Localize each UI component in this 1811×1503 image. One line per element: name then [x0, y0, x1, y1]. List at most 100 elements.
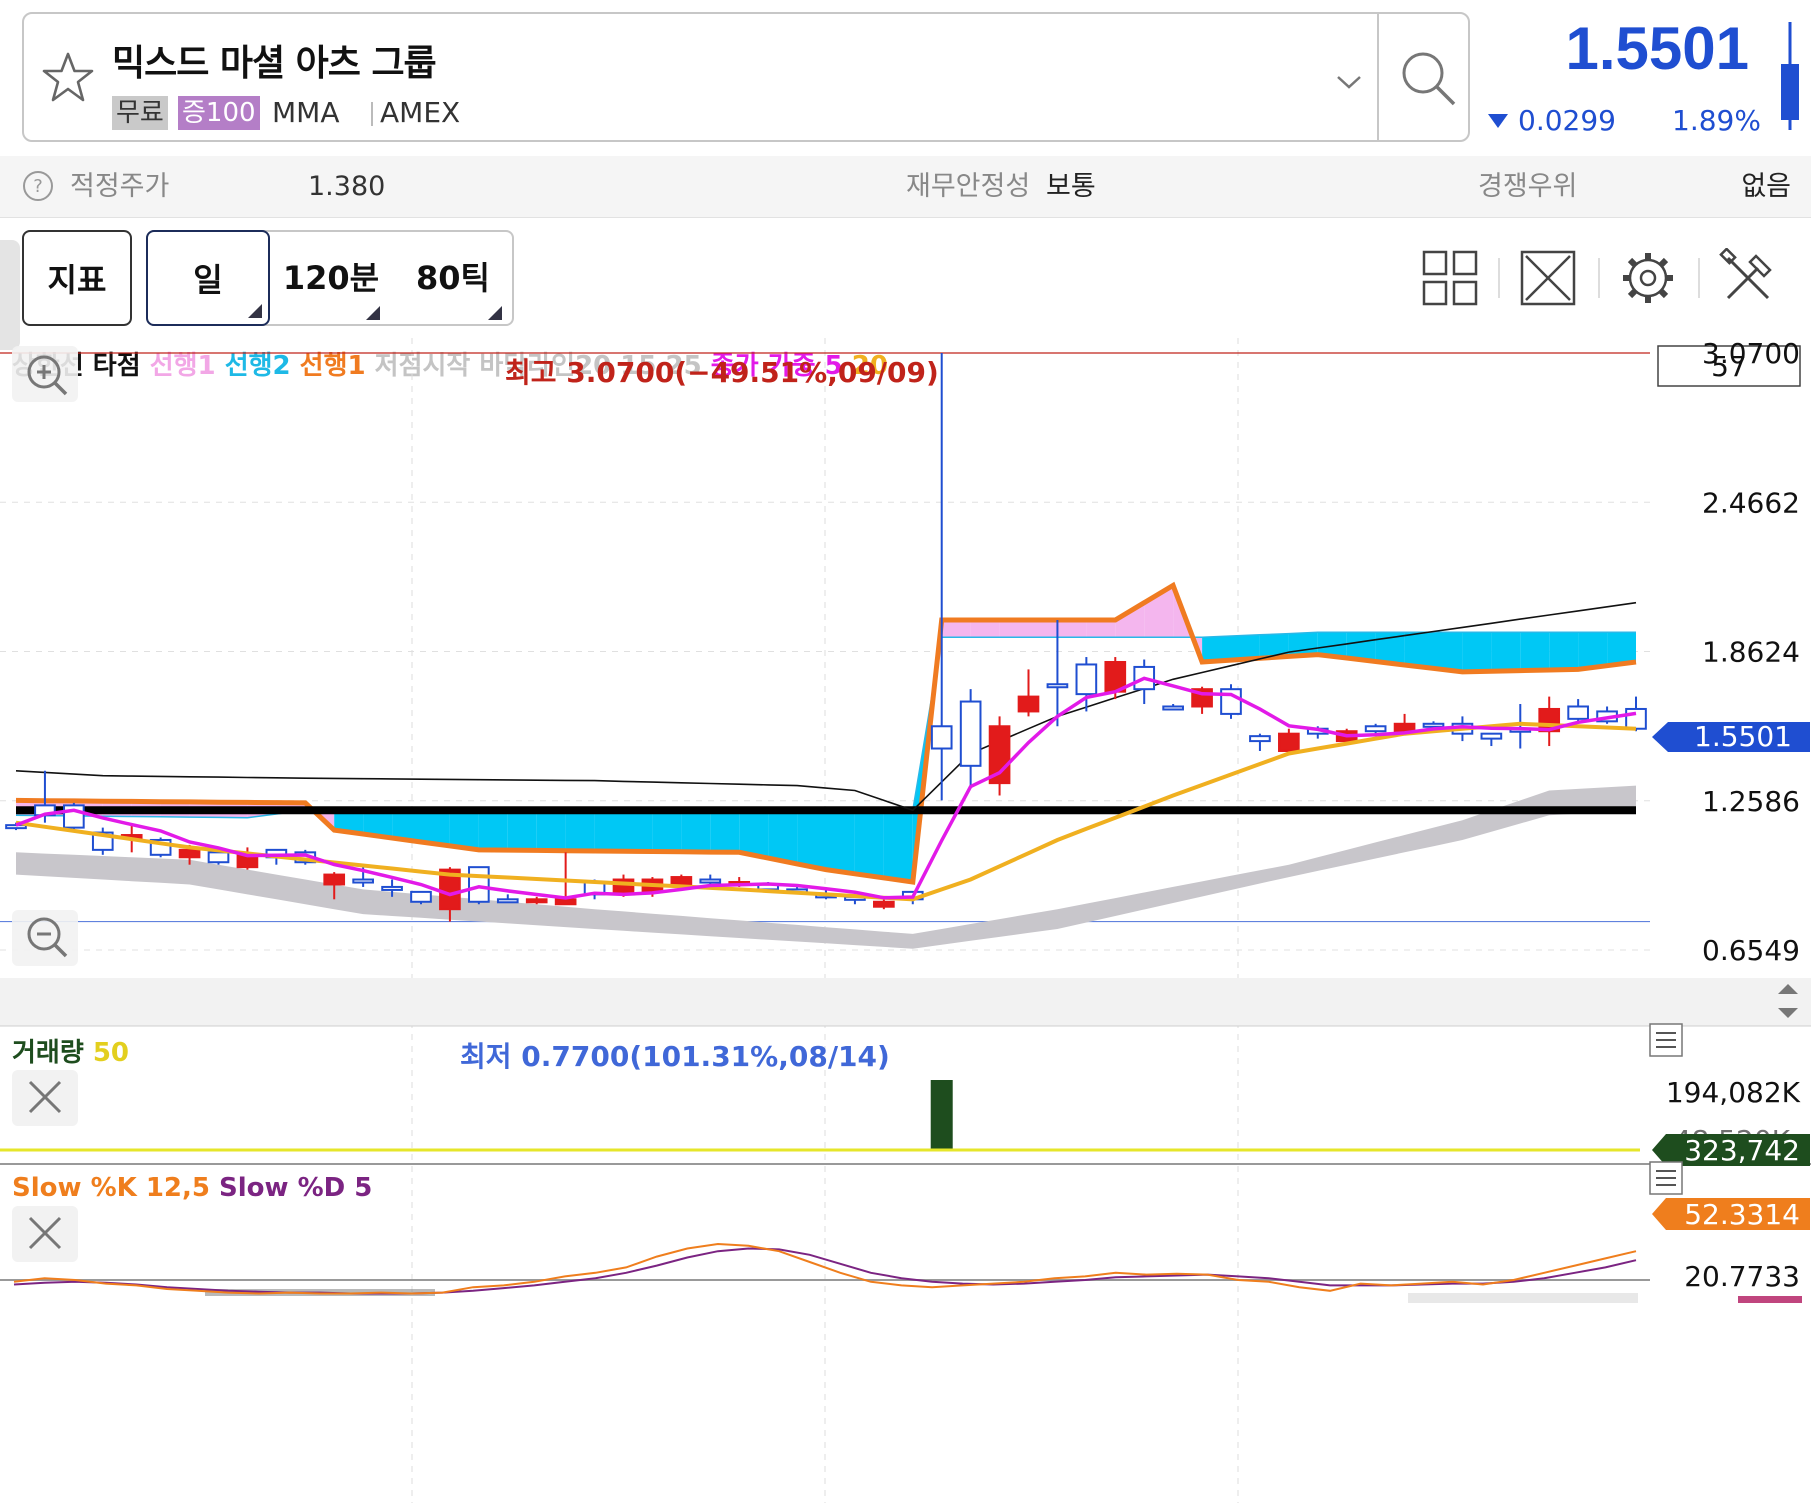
- cloud-segment: [623, 810, 653, 852]
- ticker-symbol: MMA: [272, 96, 340, 129]
- price-tick-label: 1.2586: [1702, 785, 1800, 818]
- chevron-down-icon[interactable]: [1334, 72, 1364, 92]
- zoom-out-icon[interactable]: [12, 910, 78, 966]
- candle-body: [930, 725, 953, 750]
- grid-icon[interactable]: [1420, 248, 1480, 308]
- cloud-segment: [536, 810, 566, 851]
- candle-body: [873, 900, 895, 908]
- competitive-advantage-label: 경쟁우위: [1478, 171, 1578, 202]
- candle-body: [468, 866, 490, 903]
- cloud-segment: [478, 810, 508, 851]
- price-tick-label: 1.8624: [1702, 636, 1800, 669]
- candle-body: [1625, 707, 1647, 730]
- expand-icon[interactable]: [1518, 248, 1578, 308]
- price-tick-label: 0.6549: [1702, 934, 1800, 967]
- side-drawer-handle[interactable]: [0, 240, 20, 350]
- competitive-advantage-value: 없음: [1741, 171, 1791, 202]
- stock-header: 믹스드 마셜 아츠 그룹 무료 증100 MMA AMEX: [22, 12, 1470, 142]
- min120-period-label: 120분: [282, 259, 380, 297]
- candle-body: [410, 890, 432, 903]
- cloud-segment: [854, 810, 884, 878]
- legend-item: 선행1: [291, 351, 366, 381]
- scroll-indicator: [1738, 1296, 1802, 1303]
- help-icon[interactable]: ?: [22, 170, 54, 202]
- cloud-segment: [1462, 632, 1492, 672]
- high-annotation: 최고 3.0700(−49.51%,09/09): [505, 356, 939, 389]
- price-axis: 3.0700 2.4662 1.8624 1.2586 0.6549: [1702, 338, 1800, 967]
- chart-area[interactable]: 상한선 타점 선행1 선행2 선행1 저점시작 바닥라인20 15 25 종가 …: [0, 338, 1811, 1503]
- day-period-label: 일: [193, 261, 223, 299]
- price-grid: [0, 338, 1650, 1503]
- cloud-segment: [1086, 620, 1116, 638]
- candle: [496, 894, 519, 904]
- cloud-segment: [1491, 632, 1521, 672]
- cloud-segment: [1520, 632, 1550, 671]
- settings-gear-icon[interactable]: [1618, 248, 1678, 308]
- legend-item: 선행2: [216, 351, 291, 381]
- price-tick-label: 2.4662: [1702, 486, 1800, 519]
- down-triangle-icon: [1488, 114, 1508, 128]
- candle-body: [1567, 705, 1589, 720]
- price-change: 0.0299: [1518, 104, 1616, 137]
- cloud-segment: [1433, 632, 1463, 672]
- margin-badge: 증100: [178, 96, 260, 130]
- corner-mark-icon: [488, 306, 502, 320]
- current-price-tag: 1.5501: [1694, 720, 1792, 753]
- tick80-period-button[interactable]: 80틱: [398, 230, 508, 326]
- candle: [1480, 732, 1503, 747]
- candle-body: [1278, 732, 1300, 752]
- volume-spike-bar: [930, 1080, 953, 1150]
- financial-stability-value: 보통: [1046, 171, 1096, 202]
- search-icon[interactable]: [1396, 46, 1460, 110]
- valuation-row: ? 적정주가 1.380 재무안정성 보통 경쟁우위 없음: [0, 156, 1811, 218]
- close-volume-icon[interactable]: [12, 1070, 78, 1126]
- cloud-segment: [1404, 632, 1434, 669]
- candle-body: [381, 885, 403, 891]
- candle-body: [699, 878, 722, 884]
- candle-body: [1393, 722, 1416, 733]
- cloud-segment: [970, 620, 1000, 638]
- tools-icon[interactable]: [1718, 248, 1778, 308]
- volume-panel: 194,082K48,520K323,742: [0, 1025, 1811, 1167]
- cloud-segment: [594, 810, 624, 852]
- stochastic-menu-icon[interactable]: [1649, 1161, 1683, 1195]
- candle-body: [670, 876, 693, 886]
- volume-legend: 거래량 50: [12, 1038, 129, 1068]
- candle-body: [1480, 732, 1503, 740]
- corner-mark-icon: [366, 306, 380, 320]
- candle-body: [1046, 683, 1069, 689]
- star-icon[interactable]: [38, 48, 98, 108]
- candle: [410, 890, 432, 905]
- date-axis-band: [0, 978, 1811, 1026]
- fair-price-label: 적정주가: [70, 171, 170, 202]
- scroll-track: [1408, 1293, 1638, 1303]
- day-period-button[interactable]: 일: [146, 230, 270, 326]
- candle-body: [525, 898, 548, 904]
- min120-period-button[interactable]: 120분: [276, 230, 386, 326]
- cloud-segment: [826, 810, 855, 874]
- candle-body: [207, 851, 230, 864]
- ticker-divider: [371, 102, 373, 126]
- stochastic-ref-label: 20.7733: [1684, 1260, 1800, 1293]
- price-change-percent: 1.89%: [1672, 104, 1761, 137]
- fair-price-value: 1.380: [308, 171, 386, 202]
- cloud-segment: [768, 810, 798, 864]
- candle-body: [352, 878, 374, 884]
- volume-menu-icon[interactable]: [1649, 1023, 1683, 1057]
- price-tick-label: 3.0700: [1702, 338, 1800, 370]
- cloud-segment: [652, 810, 682, 852]
- close-stochastic-icon[interactable]: [12, 1206, 78, 1262]
- toolbar-divider: [1698, 258, 1700, 298]
- mini-candle-icon: [1781, 22, 1799, 130]
- candle-body: [959, 700, 982, 767]
- candle: [670, 874, 693, 886]
- indicator-button[interactable]: 지표: [22, 230, 132, 326]
- cloud-segment: [1549, 632, 1579, 670]
- cloud-segment: [1028, 620, 1058, 638]
- candle-body: [1162, 705, 1184, 711]
- zoom-in-icon[interactable]: [12, 346, 78, 402]
- candle-body: [554, 898, 577, 906]
- candle-body: [1075, 663, 1098, 696]
- legend-item: 선행1: [141, 351, 216, 381]
- cloud-segment: [999, 620, 1029, 638]
